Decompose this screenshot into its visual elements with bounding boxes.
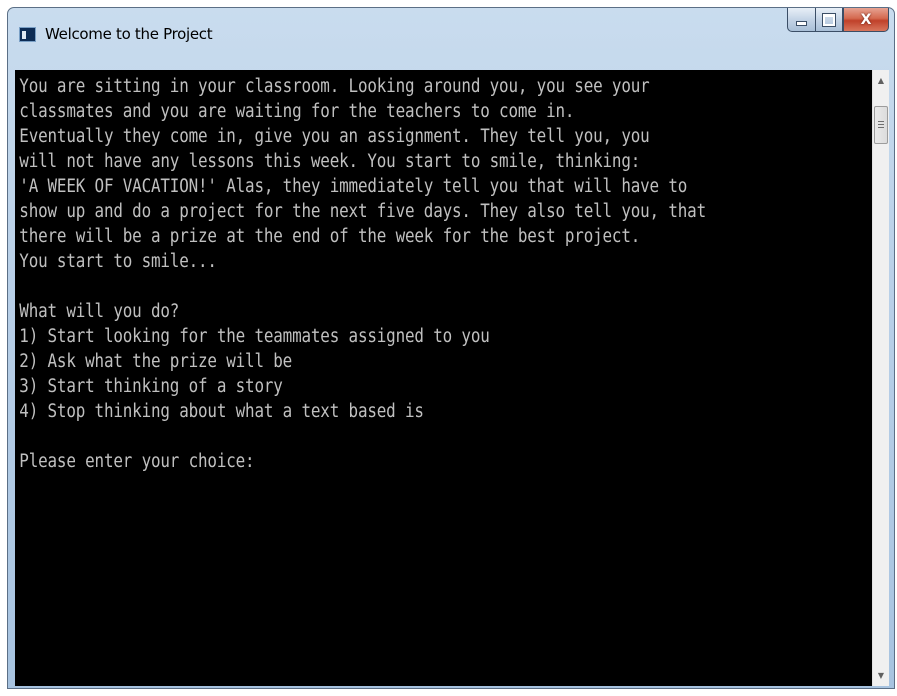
console-line: 2) Ask what the prize will be <box>19 351 293 372</box>
console-line: show up and do a project for the next fi… <box>19 201 706 222</box>
close-button[interactable]: X <box>843 8 889 32</box>
console-line: What will you do? <box>19 301 180 322</box>
maximize-icon <box>822 12 836 27</box>
thumb-grip-line <box>878 124 884 125</box>
title-bar[interactable]: Welcome to the Project X <box>8 8 894 64</box>
window-title: Welcome to the Project <box>45 25 213 43</box>
scrollbar-thumb[interactable] <box>874 106 888 144</box>
console-line: 1) Start looking for the teammates assig… <box>19 326 490 347</box>
console-line: You start to smile... <box>19 251 217 272</box>
caption-buttons: X <box>787 8 889 32</box>
console-line: will not have any lessons this week. You… <box>19 151 641 172</box>
console-line: classmates and you are waiting for the t… <box>19 101 575 122</box>
close-icon: X <box>860 11 872 28</box>
console-window-icon[interactable] <box>19 27 36 42</box>
console-line: 3) Start thinking of a story <box>19 376 283 397</box>
console-output[interactable]: You are sitting in your classroom. Looki… <box>15 70 753 686</box>
console-window: Welcome to the Project X You are sitting… <box>7 7 895 689</box>
thumb-grip-line <box>878 127 884 128</box>
minimize-icon <box>796 21 807 26</box>
console-line: Please enter your choice: <box>19 451 255 472</box>
console-line: 4) Stop thinking about what a text based… <box>19 401 424 422</box>
maximize-button[interactable] <box>815 8 843 32</box>
scroll-up-arrow-icon[interactable]: ▲ <box>873 72 889 89</box>
thumb-grip-line <box>878 121 884 122</box>
minimize-button[interactable] <box>787 8 815 32</box>
console-line: there will be a prize at the end of the … <box>19 226 641 247</box>
console-area[interactable]: You are sitting in your classroom. Looki… <box>15 70 889 686</box>
console-line: You are sitting in your classroom. Looki… <box>19 76 650 97</box>
console-line: Eventually they come in, give you an ass… <box>19 126 650 147</box>
console-line: 'A WEEK OF VACATION!' Alas, they immedia… <box>19 176 688 197</box>
vertical-scrollbar[interactable]: ▲ ▼ <box>872 70 889 686</box>
scroll-down-arrow-icon[interactable]: ▼ <box>873 667 889 684</box>
